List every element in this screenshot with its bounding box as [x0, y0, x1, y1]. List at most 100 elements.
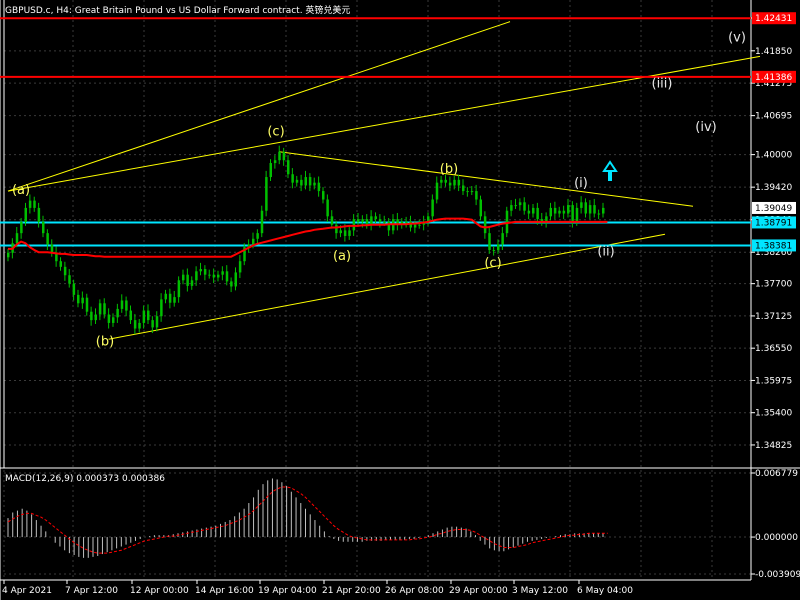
candle-body: [330, 216, 334, 225]
price-tick-label: 1.39420: [755, 183, 792, 193]
candle-body: [580, 202, 583, 208]
time-tick-label: 12 Apr 00:00: [130, 586, 189, 596]
candle-body: [68, 275, 71, 284]
candle-body: [230, 281, 233, 287]
wave-label: (b): [440, 162, 458, 177]
candle-body: [160, 299, 163, 317]
candle-body: [72, 283, 76, 295]
wave-label: (v): [728, 30, 746, 45]
chart-canvas[interactable]: (a) (b) (c) (a) (b) (c) (i) (ii) (iii) (iv) (v) 1.…: [0, 0, 800, 600]
candle-body: [42, 221, 45, 234]
time-tick-label: 21 Apr 20:00: [322, 586, 381, 596]
candle-body: [383, 221, 386, 223]
candle-body: [203, 269, 207, 275]
candle-body: [462, 185, 465, 192]
chart-title: GBPUSD.c, H4: Great Britain Pound vs US …: [5, 4, 350, 16]
candle-body: [475, 191, 478, 200]
price-tag-label: 1.38791: [755, 218, 792, 228]
candle-body: [90, 311, 93, 321]
candle-body: [313, 182, 316, 186]
candle-body: [343, 230, 347, 236]
candle-body: [348, 230, 351, 236]
candle-body: [287, 160, 290, 175]
candle-body: [256, 233, 259, 239]
candle-body: [168, 293, 172, 303]
candle-body: [217, 274, 220, 278]
candle-body: [116, 308, 119, 318]
wave-label: (a): [333, 249, 351, 264]
price-tag-label: 1.38381: [755, 241, 792, 251]
wave-label: (c): [267, 125, 284, 140]
candle-body: [125, 300, 128, 311]
candle-body: [304, 177, 307, 186]
candle-body: [488, 233, 491, 250]
wave-label: (iii): [652, 76, 673, 91]
candle-body: [558, 210, 561, 214]
time-tick-label: 26 Apr 08:00: [385, 586, 444, 596]
candle-body: [273, 160, 277, 164]
candle-body: [37, 207, 41, 222]
wave-label: (ii): [597, 245, 614, 260]
candle-body: [527, 210, 531, 214]
candle-body: [186, 274, 189, 286]
candle-body: [103, 303, 106, 315]
candle-body: [553, 207, 557, 214]
time-tick-label: 19 Apr 04:00: [258, 586, 317, 596]
candle-body: [20, 221, 23, 234]
time-tick-label: 3 May 12:00: [512, 586, 568, 596]
candle-body: [50, 244, 54, 253]
macd-tick-label: 0.006779: [755, 469, 798, 479]
candle-body: [265, 177, 268, 211]
candle-body: [225, 271, 229, 282]
candle-body: [444, 179, 447, 183]
price-tag-label: 1.39049: [755, 204, 792, 214]
candle-body: [107, 314, 111, 323]
candle-body: [77, 294, 80, 304]
candle-body: [497, 244, 500, 250]
price-tick-label: 1.34825: [755, 441, 792, 451]
price-tick-label: 1.37700: [755, 280, 792, 290]
candle-body: [7, 252, 10, 258]
wave-label: (c): [484, 256, 501, 271]
candle-body: [177, 280, 181, 298]
candle-body: [479, 199, 482, 217]
candle-body: [98, 303, 102, 315]
candle-body: [593, 205, 596, 214]
candle-body: [374, 216, 377, 220]
candle-body: [252, 238, 255, 245]
candle-body: [24, 207, 27, 222]
price-tick-label: 1.40000: [755, 151, 792, 161]
candle-body: [435, 182, 439, 200]
candle-body: [269, 163, 272, 178]
candle-body: [453, 179, 456, 186]
candle-body: [567, 205, 570, 214]
candle-body: [234, 272, 237, 287]
candle-body: [164, 293, 167, 300]
candle-body: [221, 271, 224, 275]
candle-body: [514, 205, 517, 207]
candle-body: [112, 317, 115, 323]
candle-body: [466, 191, 469, 193]
candle-body: [378, 219, 382, 222]
candle-body: [457, 179, 461, 186]
candle-body: [291, 174, 294, 183]
wave-label: (i): [574, 176, 588, 191]
candle-body: [59, 261, 62, 267]
price-tick-label: 1.41850: [755, 47, 792, 57]
candle-body: [238, 261, 242, 273]
candle-body: [208, 274, 211, 276]
macd-tick-label: -0.003909: [755, 570, 800, 580]
candle-body: [370, 216, 373, 225]
macd-label: MACD(12,26,9) 0.000373 0.000386: [5, 474, 165, 484]
candle-body: [448, 182, 452, 186]
price-tick-label: 1.40695: [755, 112, 792, 122]
candle-body: [129, 310, 132, 321]
candle-body: [94, 314, 97, 321]
candle-body: [405, 221, 408, 223]
candle-body: [532, 207, 535, 214]
wave-label: (a): [12, 183, 30, 198]
candle-body: [483, 216, 487, 234]
candle-body: [260, 210, 264, 234]
time-tick-label: 7 Apr 12:00: [65, 586, 118, 596]
candle-body: [300, 179, 303, 186]
